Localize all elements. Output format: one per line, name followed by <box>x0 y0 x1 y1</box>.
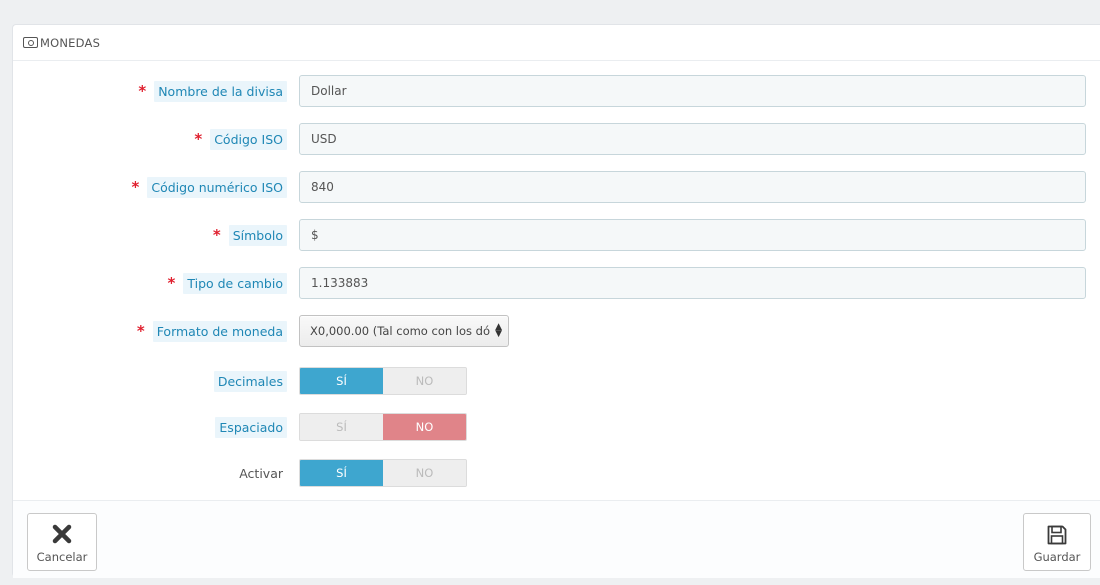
iso-numeric-input[interactable]: 840 <box>299 171 1086 203</box>
iso-input[interactable]: USD <box>299 123 1086 155</box>
decimals-yes-option[interactable]: SÍ <box>300 368 383 394</box>
required-asterisk: * <box>212 225 221 244</box>
active-label: Activar <box>239 465 283 481</box>
required-asterisk: * <box>136 321 145 340</box>
rate-label: Tipo de cambio <box>183 272 287 294</box>
spacing-label: Espaciado <box>215 416 287 438</box>
active-no-option[interactable]: NO <box>383 460 466 486</box>
panel-title: MONEDAS <box>40 35 101 50</box>
symbol-label: Símbolo <box>228 224 287 246</box>
select-arrows-icon: ▲ ▼ <box>495 322 502 339</box>
spacing-yes-option[interactable]: SÍ <box>300 414 383 440</box>
decimals-no-option[interactable]: NO <box>383 368 466 394</box>
iso-label: Código ISO <box>210 128 287 150</box>
decimals-toggle[interactable]: SÍ NO <box>299 367 467 395</box>
required-asterisk: * <box>167 273 176 292</box>
name-label: Nombre de la divisa <box>154 80 287 102</box>
spacing-no-option[interactable]: NO <box>383 414 466 440</box>
rate-input[interactable]: 1.133883 <box>299 267 1086 299</box>
save-button[interactable]: Guardar <box>1023 513 1091 571</box>
decimals-label: Decimales <box>213 370 287 392</box>
save-label: Guardar <box>1033 550 1081 564</box>
form-row-format: * Formato de moneda X0,000.00 (Tal como … <box>13 315 509 347</box>
close-icon <box>52 524 72 547</box>
form-row-active: Activar SÍ NO <box>13 457 467 489</box>
form-row-spacing: Espaciado SÍ NO <box>13 411 467 443</box>
active-yes-option[interactable]: SÍ <box>300 460 383 486</box>
cancel-label: Cancelar <box>36 550 88 564</box>
format-select-value: X0,000.00 (Tal como con los dó <box>310 324 491 338</box>
form-row-decimals: Decimales SÍ NO <box>13 365 467 397</box>
form-row-symbol: * Símbolo $ <box>13 219 1086 251</box>
form-row-iso: * Código ISO USD <box>13 123 1086 155</box>
form-row-rate: * Tipo de cambio 1.133883 <box>13 267 1086 299</box>
currency-panel: MONEDAS * Nombre de la divisa Dollar * C… <box>12 24 1100 578</box>
spacing-toggle[interactable]: SÍ NO <box>299 413 467 441</box>
required-asterisk: * <box>138 81 147 100</box>
required-asterisk: * <box>194 129 203 148</box>
symbol-input[interactable]: $ <box>299 219 1086 251</box>
format-select[interactable]: X0,000.00 (Tal como con los dó ▲ ▼ <box>299 315 509 347</box>
active-toggle[interactable]: SÍ NO <box>299 459 467 487</box>
panel-heading: MONEDAS <box>13 25 1100 61</box>
form-row-name: * Nombre de la divisa Dollar <box>13 75 1086 107</box>
name-input[interactable]: Dollar <box>299 75 1086 107</box>
required-asterisk: * <box>131 177 140 196</box>
floppy-disk-icon <box>1046 524 1068 549</box>
form-row-iso-numeric: * Código numérico ISO 840 <box>13 171 1086 203</box>
cancel-button[interactable]: Cancelar <box>27 513 97 571</box>
top-bar <box>0 0 1100 24</box>
format-label: Formato de moneda <box>152 320 287 342</box>
iso-numeric-label: Código numérico ISO <box>147 176 287 198</box>
money-icon <box>23 37 38 48</box>
panel-footer: Cancelar Guardar <box>13 500 1100 578</box>
